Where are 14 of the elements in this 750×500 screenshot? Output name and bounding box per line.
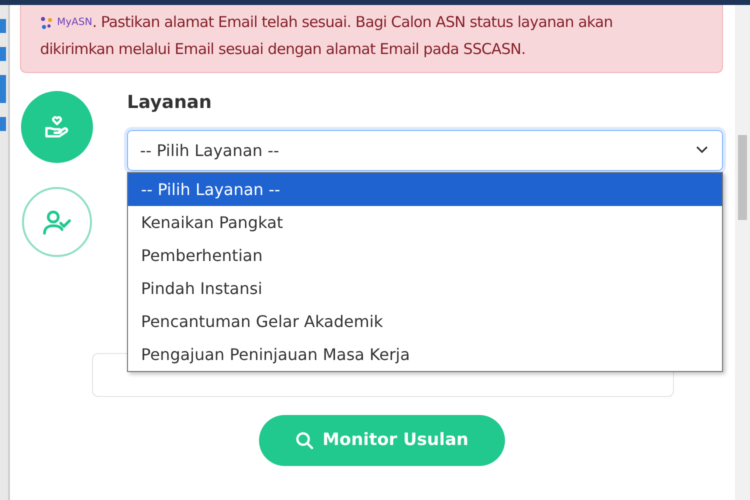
caret-icon (696, 146, 708, 154)
search-icon (295, 430, 314, 450)
field-label: Layanan (127, 92, 213, 115)
service-select[interactable]: -- Pilih Layanan -- (127, 130, 723, 171)
dropdown-option[interactable]: Pindah Instansi (128, 272, 722, 305)
dropdown-option[interactable]: Kenaikan Pangkat (128, 206, 722, 239)
dropdown-option[interactable]: Pencantuman Gelar Akademik (128, 304, 722, 338)
dropdown-option[interactable]: Pemberhentian (128, 238, 722, 272)
dropdown-option[interactable]: -- Pilih Layanan -- (128, 172, 722, 206)
alert-message: MyASN. Pastikan alamat Email telah sesuai. Bagi Calon ASN status layanan akan dikirimkan melalui Email sesuai dengan alamat Email pada SSCASN. (40, 12, 614, 60)
scrollbar-thumb[interactable] (738, 135, 747, 220)
dropdown-option[interactable]: Pengajuan Peninjauan Masa Kerja (128, 338, 722, 371)
logo-mark-icon (40, 16, 54, 30)
scrollbar[interactable] (735, 5, 750, 500)
